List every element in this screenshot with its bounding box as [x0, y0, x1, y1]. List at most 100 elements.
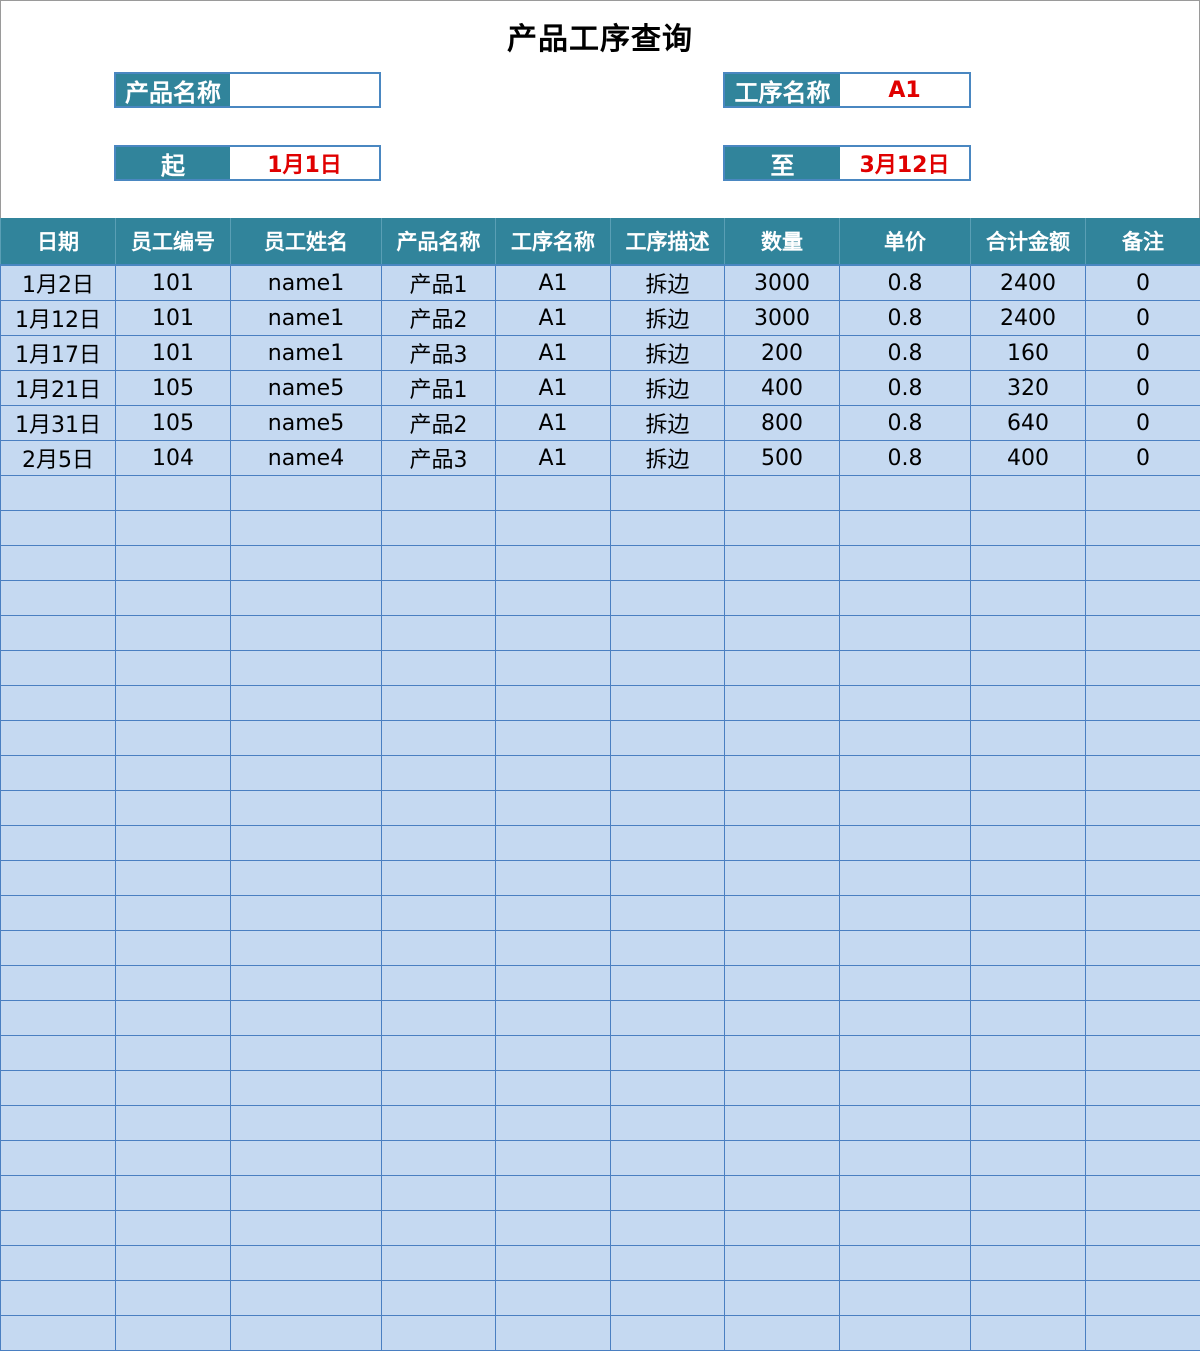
table-cell[interactable]	[971, 651, 1086, 686]
table-cell[interactable]	[496, 1211, 611, 1246]
table-cell[interactable]	[725, 1001, 840, 1036]
table-cell[interactable]	[725, 896, 840, 931]
table-cell[interactable]: 400	[725, 371, 840, 406]
table-cell[interactable]	[725, 826, 840, 861]
table-cell[interactable]	[840, 826, 971, 861]
table-cell[interactable]	[840, 1001, 971, 1036]
table-cell[interactable]	[116, 1281, 231, 1316]
table-cell[interactable]	[116, 931, 231, 966]
table-cell[interactable]: 0.8	[840, 371, 971, 406]
table-cell[interactable]	[231, 1141, 382, 1176]
table-cell[interactable]	[611, 1211, 725, 1246]
product-name-input[interactable]	[230, 74, 379, 106]
table-cell[interactable]	[611, 1001, 725, 1036]
header-cell[interactable]: 合计金额	[971, 218, 1086, 265]
table-cell[interactable]	[971, 1106, 1086, 1141]
table-cell[interactable]	[496, 1176, 611, 1211]
table-cell[interactable]	[611, 756, 725, 791]
table-cell[interactable]	[725, 1141, 840, 1176]
table-cell[interactable]	[496, 1281, 611, 1316]
table-cell[interactable]	[611, 546, 725, 581]
table-cell[interactable]	[496, 1071, 611, 1106]
table-cell[interactable]	[725, 791, 840, 826]
table-cell[interactable]	[382, 511, 496, 546]
table-cell[interactable]	[1086, 1141, 1200, 1176]
table-cell[interactable]: name4	[231, 441, 382, 476]
table-cell[interactable]	[611, 1036, 725, 1071]
table-cell[interactable]: 0.8	[840, 265, 971, 301]
table-cell[interactable]	[231, 581, 382, 616]
table-cell[interactable]	[1086, 616, 1200, 651]
table-cell[interactable]	[231, 1211, 382, 1246]
table-cell[interactable]	[382, 581, 496, 616]
table-cell[interactable]	[1086, 966, 1200, 1001]
table-cell[interactable]: A1	[496, 371, 611, 406]
table-cell[interactable]: 1月17日	[1, 336, 116, 371]
table-cell[interactable]	[611, 1316, 725, 1351]
table-cell[interactable]	[116, 1316, 231, 1351]
table-cell[interactable]	[971, 1246, 1086, 1281]
table-cell[interactable]	[725, 476, 840, 511]
table-cell[interactable]	[840, 1106, 971, 1141]
table-cell[interactable]	[725, 966, 840, 1001]
table-cell[interactable]	[840, 931, 971, 966]
table-cell[interactable]: 3000	[725, 265, 840, 301]
table-cell[interactable]	[611, 966, 725, 1001]
table-cell[interactable]	[496, 651, 611, 686]
table-cell[interactable]: name1	[231, 265, 382, 301]
table-cell[interactable]	[725, 581, 840, 616]
table-cell[interactable]: 产品3	[382, 336, 496, 371]
table-cell[interactable]	[382, 861, 496, 896]
table-cell[interactable]	[382, 546, 496, 581]
table-cell[interactable]	[971, 896, 1086, 931]
table-cell[interactable]	[1086, 896, 1200, 931]
table-cell[interactable]	[971, 1071, 1086, 1106]
table-cell[interactable]	[382, 791, 496, 826]
table-cell[interactable]	[496, 1001, 611, 1036]
table-cell[interactable]: 产品3	[382, 441, 496, 476]
table-cell[interactable]	[496, 756, 611, 791]
table-cell[interactable]	[116, 966, 231, 1001]
table-cell[interactable]	[1086, 1316, 1200, 1351]
table-cell[interactable]	[382, 1071, 496, 1106]
table-cell[interactable]	[382, 1316, 496, 1351]
table-cell[interactable]: 0	[1086, 406, 1200, 441]
table-cell[interactable]	[1, 1211, 116, 1246]
table-cell[interactable]	[1086, 791, 1200, 826]
table-cell[interactable]	[840, 896, 971, 931]
table-cell[interactable]	[496, 546, 611, 581]
table-cell[interactable]: 1月2日	[1, 265, 116, 301]
table-cell[interactable]	[496, 861, 611, 896]
table-cell[interactable]	[971, 511, 1086, 546]
table-cell[interactable]: 拆边	[611, 265, 725, 301]
table-cell[interactable]	[840, 1036, 971, 1071]
table-cell[interactable]: 拆边	[611, 441, 725, 476]
table-cell[interactable]	[1, 861, 116, 896]
table-cell[interactable]	[116, 1001, 231, 1036]
table-cell[interactable]	[116, 791, 231, 826]
table-cell[interactable]: A1	[496, 265, 611, 301]
table-cell[interactable]	[496, 931, 611, 966]
table-cell[interactable]: 101	[116, 265, 231, 301]
table-cell[interactable]	[971, 1281, 1086, 1316]
table-cell[interactable]: 160	[971, 336, 1086, 371]
table-cell[interactable]	[611, 1141, 725, 1176]
table-cell[interactable]: 3000	[725, 301, 840, 336]
table-cell[interactable]	[971, 861, 1086, 896]
table-cell[interactable]	[611, 651, 725, 686]
table-cell[interactable]	[971, 476, 1086, 511]
table-cell[interactable]	[382, 1001, 496, 1036]
table-cell[interactable]	[840, 791, 971, 826]
table-cell[interactable]	[496, 1141, 611, 1176]
table-cell[interactable]	[840, 1211, 971, 1246]
table-cell[interactable]: 2月5日	[1, 441, 116, 476]
table-cell[interactable]	[840, 1281, 971, 1316]
table-cell[interactable]	[611, 1071, 725, 1106]
table-cell[interactable]	[1, 511, 116, 546]
table-cell[interactable]	[231, 1001, 382, 1036]
table-cell[interactable]	[1, 826, 116, 861]
table-cell[interactable]	[231, 1246, 382, 1281]
table-cell[interactable]	[840, 1176, 971, 1211]
table-cell[interactable]	[840, 546, 971, 581]
table-cell[interactable]	[116, 721, 231, 756]
